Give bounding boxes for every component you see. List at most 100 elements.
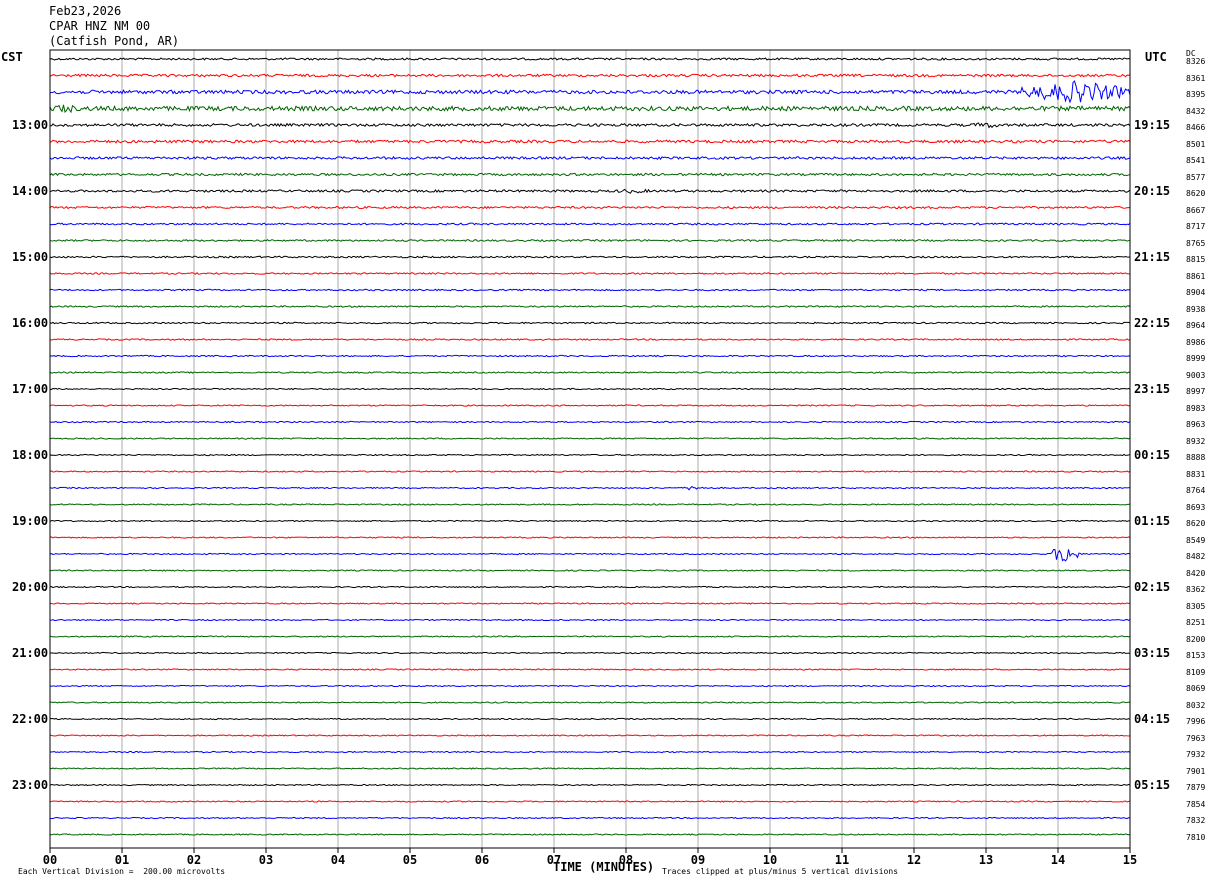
dc-offset-2: 8395 [1186, 90, 1206, 99]
dc-offset-7: 8577 [1186, 172, 1206, 182]
dc-offset-6: 8541 [1186, 156, 1206, 165]
trace-38 [49, 684, 1131, 688]
dc-offset-17: 8986 [1186, 337, 1206, 347]
trace-5 [49, 139, 1131, 144]
right-timezone-label: UTC [1145, 50, 1167, 64]
trace-4 [49, 122, 1131, 129]
x-tick-label-08: 08 [618, 853, 634, 867]
trace-16 [49, 321, 1131, 325]
dc-offset-14: 8904 [1186, 288, 1206, 297]
trace-44 [49, 783, 1131, 787]
dc-offset-32: 8362 [1186, 585, 1206, 594]
dc-offset-21: 8983 [1186, 403, 1206, 413]
trace-35 [49, 635, 1131, 638]
dc-offset-25: 8831 [1186, 469, 1206, 479]
dc-offset-31: 8420 [1186, 568, 1206, 578]
header-date: Feb23,2026 [49, 4, 122, 18]
right-hour-label-10: 05:15 [1134, 778, 1171, 792]
header-location: (Catfish Pond, AR) [49, 34, 180, 48]
dc-offset-33: 8305 [1186, 601, 1206, 611]
trace-22 [49, 420, 1131, 424]
trace-3 [49, 104, 1131, 114]
dc-offset-12: 8815 [1186, 255, 1206, 264]
trace-29 [49, 536, 1131, 539]
trace-37 [49, 668, 1131, 671]
trace-11 [49, 238, 1131, 243]
plot-frame [49, 49, 1131, 849]
x-tick-label-10: 10 [762, 853, 778, 867]
trace-30 [49, 548, 1131, 562]
trace-2 [49, 80, 1131, 104]
trace-46 [49, 816, 1131, 820]
trace-15 [49, 305, 1131, 308]
left-hour-label-10: 23:00 [12, 778, 49, 792]
dc-offset-5: 8501 [1186, 139, 1206, 149]
dc-offset-47: 7810 [1186, 832, 1206, 842]
x-tick-label-13: 13 [978, 853, 994, 867]
left-hour-label-0: 13:00 [12, 118, 49, 132]
right-hour-label-5: 00:15 [1134, 448, 1171, 462]
trace-1 [49, 73, 1131, 78]
x-tick-marks [49, 848, 1131, 853]
trace-41 [49, 734, 1131, 737]
header-station: CPAR HNZ NM 00 [49, 19, 151, 33]
dc-offset-15: 8938 [1186, 304, 1206, 314]
trace-45 [49, 800, 1131, 803]
right-hour-label-3: 22:15 [1134, 316, 1171, 330]
dc-offset-20: 8997 [1186, 387, 1206, 396]
dc-offset-29: 8549 [1186, 535, 1206, 545]
left-hour-label-1: 14:00 [12, 184, 49, 198]
right-hour-label-2: 21:15 [1134, 250, 1171, 264]
dc-offset-26: 8764 [1186, 486, 1206, 495]
trace-40 [49, 717, 1131, 721]
trace-9 [49, 205, 1131, 210]
x-tick-label-03: 03 [258, 853, 274, 867]
clip-note: Traces clipped at plus/minus 5 vertical … [662, 867, 899, 876]
dc-offset-28: 8620 [1186, 519, 1206, 528]
trace-31 [49, 569, 1131, 572]
left-hour-label-9: 22:00 [12, 712, 49, 726]
trace-10 [49, 222, 1131, 226]
trace-19 [49, 371, 1131, 374]
right-hour-label-6: 01:15 [1134, 514, 1171, 528]
x-tick-label-09: 09 [690, 853, 706, 867]
left-timezone-label: CST [1, 50, 23, 64]
right-hour-label-0: 19:15 [1134, 118, 1171, 132]
dc-offset-35: 8200 [1186, 634, 1206, 644]
x-tick-label-07: 07 [546, 853, 562, 867]
dc-offset-40: 7996 [1186, 717, 1206, 726]
trace-17 [49, 338, 1131, 341]
x-tick-label-04: 04 [330, 853, 346, 867]
dc-offset-13: 8861 [1186, 271, 1206, 281]
x-tick-label-05: 05 [402, 853, 418, 867]
trace-39 [49, 701, 1131, 704]
trace-43 [49, 767, 1131, 770]
dc-offset-43: 7901 [1186, 766, 1206, 776]
right-hour-label-8: 03:15 [1134, 646, 1171, 660]
trace-26 [49, 485, 1131, 491]
trace-32 [49, 585, 1131, 589]
x-tick-label-11: 11 [834, 853, 850, 867]
x-tick-label-00: 00 [42, 853, 58, 867]
trace-0 [49, 57, 1131, 61]
dc-offset-38: 8069 [1186, 684, 1206, 693]
dc-offset-45: 7854 [1186, 799, 1206, 809]
dc-offset-0: 8326 [1186, 57, 1206, 66]
x-tick-label-12: 12 [906, 853, 922, 867]
trace-6 [49, 155, 1131, 161]
dc-offset-44: 7879 [1186, 783, 1206, 792]
trace-18 [49, 354, 1131, 358]
trace-7 [49, 172, 1131, 177]
dc-offset-22: 8963 [1186, 420, 1206, 429]
x-tick-label-06: 06 [474, 853, 490, 867]
dc-offset-39: 8032 [1186, 700, 1206, 710]
trace-27 [49, 503, 1131, 506]
dc-offset-24: 8888 [1186, 453, 1206, 462]
scale-note: Each Vertical Division = 200.00 microvol… [18, 867, 226, 876]
trace-47 [49, 833, 1131, 836]
dc-offset-9: 8667 [1186, 205, 1206, 215]
right-hour-label-9: 04:15 [1134, 712, 1171, 726]
left-hour-label-8: 21:00 [12, 646, 49, 660]
trace-24 [49, 453, 1131, 457]
left-hour-label-2: 15:00 [12, 250, 49, 264]
